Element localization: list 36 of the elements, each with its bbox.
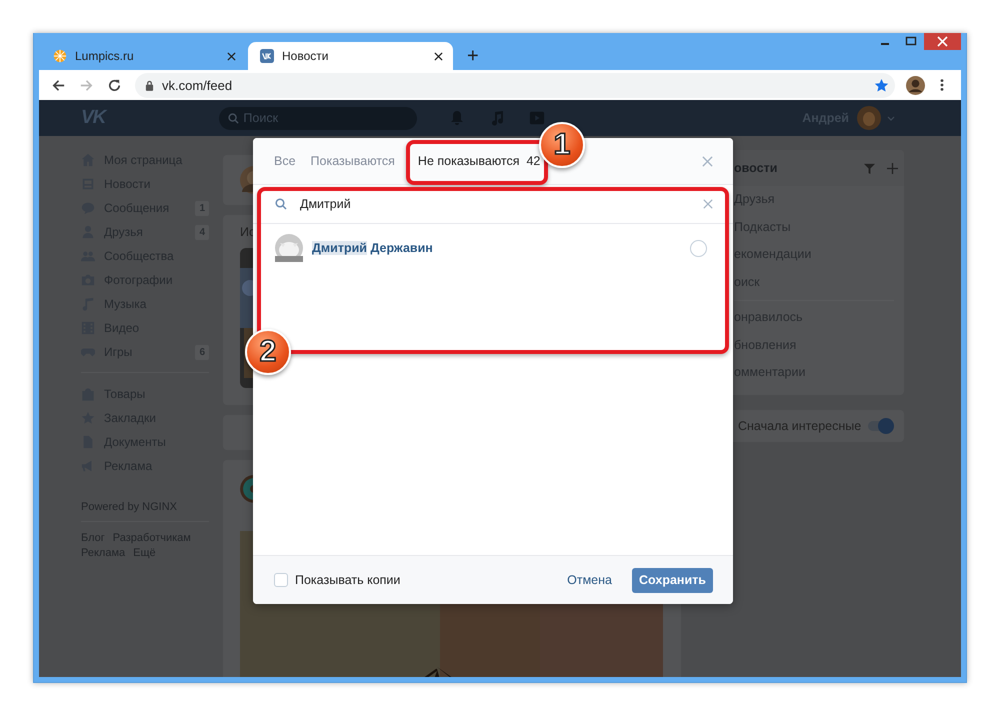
filter-icon[interactable] xyxy=(864,162,875,174)
video-play-icon[interactable] xyxy=(529,110,546,126)
clear-icon[interactable] xyxy=(703,199,713,209)
person-name-link[interactable]: Дмитрий Державин xyxy=(312,241,690,255)
menu-icon[interactable] xyxy=(940,78,944,92)
toggle-switch[interactable] xyxy=(868,420,892,430)
caret-icon[interactable] xyxy=(887,116,895,120)
address-bar[interactable]: vk.com/feed xyxy=(135,72,895,98)
url-text: vk.com/feed xyxy=(162,78,234,92)
search-icon xyxy=(275,198,287,210)
checkbox-label[interactable]: Показывать копии xyxy=(295,573,562,587)
profile-avatar[interactable] xyxy=(906,76,925,94)
checkbox[interactable] xyxy=(274,573,288,587)
save-button[interactable]: Сохранить xyxy=(632,568,713,592)
lock-icon xyxy=(145,80,154,90)
cancel-button[interactable]: Отмена xyxy=(561,568,618,592)
plus-icon[interactable] xyxy=(887,162,898,174)
new-tab-button[interactable]: + xyxy=(467,45,479,67)
star-icon[interactable] xyxy=(874,78,889,92)
forward-icon[interactable] xyxy=(79,78,94,92)
dialog-tab[interactable]: Все xyxy=(274,154,296,168)
reload-icon[interactable] xyxy=(107,78,122,92)
back-icon[interactable] xyxy=(51,78,66,92)
search-icon xyxy=(228,112,240,124)
browser-tab[interactable]: Lumpics.ru xyxy=(41,42,246,70)
dialog-tab[interactable]: Не показываются 42 xyxy=(418,154,540,168)
music-note-icon[interactable] xyxy=(489,110,506,126)
vk-favicon-icon xyxy=(260,49,274,63)
close-icon[interactable] xyxy=(434,52,443,60)
bell-icon[interactable] xyxy=(449,110,466,126)
citrus-slice-icon xyxy=(53,49,67,63)
select-radio[interactable] xyxy=(690,240,707,256)
user-avatar[interactable] xyxy=(857,106,881,130)
dialog-tab[interactable]: Показываются xyxy=(310,154,395,168)
close-icon[interactable] xyxy=(227,52,236,60)
browser-tab[interactable]: Новости xyxy=(248,42,453,70)
